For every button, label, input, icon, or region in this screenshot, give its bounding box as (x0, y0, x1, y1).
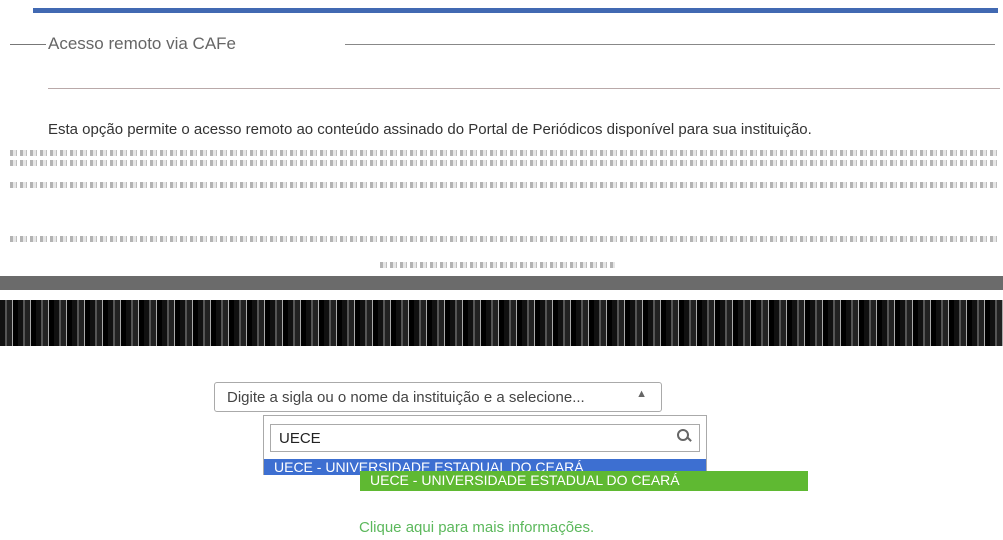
heading-rule-left (10, 44, 46, 45)
garbled-banner (0, 300, 1003, 346)
garbled-text-line (10, 150, 1000, 156)
institution-search-input[interactable]: UECE (270, 424, 700, 452)
institution-select-placeholder: Digite a sigla ou o nome da instituição … (227, 389, 585, 406)
caret-up-icon: ▲ (636, 388, 647, 400)
top-accent-bar (33, 8, 998, 13)
garbled-text-line (380, 262, 615, 268)
heading-rule-right (345, 44, 995, 45)
more-info-link[interactable]: Clique aqui para mais informações. (359, 519, 594, 536)
garbled-text-line (10, 236, 1000, 242)
institution-select[interactable]: Digite a sigla ou o nome da instituição … (214, 382, 662, 412)
selected-institution-option[interactable]: UECE - UNIVERSIDADE ESTADUAL DO CEARÁ (360, 471, 808, 491)
search-value: UECE (279, 430, 321, 447)
garbled-text-line (10, 160, 1000, 166)
page-title: Acesso remoto via CAFe (48, 34, 237, 53)
institution-dropdown: UECE UECE - UNIVERSIDADE ESTADUAL DO CEA… (263, 415, 707, 475)
separator-bar (0, 276, 1003, 290)
garbled-text-line (10, 182, 1000, 188)
section-divider (48, 88, 1000, 89)
intro-paragraph: Esta opção permite o acesso remoto ao co… (48, 121, 812, 138)
search-icon (677, 429, 689, 441)
